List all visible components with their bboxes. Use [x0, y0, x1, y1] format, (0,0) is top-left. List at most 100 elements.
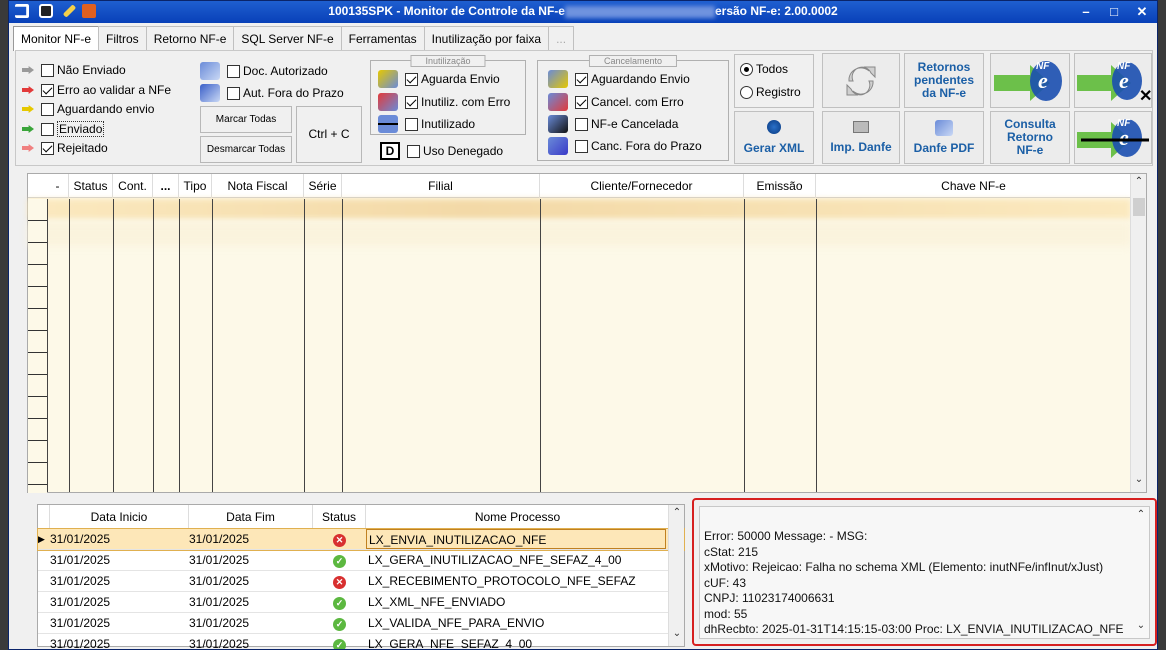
grid-row-blurred[interactable] — [28, 222, 1131, 246]
checkbox[interactable] — [575, 72, 588, 86]
minimize-button[interactable]: – — [1075, 3, 1097, 20]
consulta-retorno-button[interactable]: Consulta Retorno NF-e — [990, 111, 1070, 164]
tab-monitor-nfe[interactable]: Monitor NF-e — [13, 26, 100, 51]
proc-col-nome-processo[interactable]: Nome Processo — [366, 505, 670, 528]
process-row[interactable]: 31/01/2025 31/01/2025 ✓ LX_XML_NFE_ENVIADO — [38, 592, 684, 613]
grid-col-tipo[interactable]: Tipo — [179, 174, 212, 198]
success-status-icon: ✓ — [333, 639, 346, 649]
filter-inut-aguarda-envio[interactable]: Aguarda Envio — [378, 70, 500, 88]
process-row[interactable]: 31/01/2025 31/01/2025 ✕ LX_RECEBIMENTO_PROT… — [38, 571, 684, 592]
proc-col-data-inicio[interactable]: Data Inicio — [50, 505, 189, 528]
refresh-button[interactable] — [822, 53, 900, 108]
grid-row-blurred[interactable] — [28, 199, 1131, 219]
grid-col-filial[interactable]: Filial — [342, 174, 540, 198]
danfe-pdf-button[interactable]: Danfe PDF — [904, 111, 984, 164]
filter-inut-com-erro[interactable]: Inutiliz. com Erro — [378, 93, 510, 111]
grid-col-more[interactable]: ... — [153, 174, 179, 198]
tab-inutilizacao-faixa[interactable]: Inutilização por faixa — [423, 26, 550, 50]
filter-cancel-com-erro[interactable]: Cancel. com Erro — [548, 93, 684, 111]
filter-uso-denegado[interactable]: D Uso Denegado — [380, 142, 503, 160]
checkbox[interactable] — [575, 117, 588, 131]
process-scrollbar[interactable]: ⌃ ⌄ — [668, 505, 684, 646]
nfe-send-icon: e NF — [994, 60, 1062, 101]
maximize-button[interactable]: □ — [1103, 3, 1125, 20]
error-log-text: Error: 50000 Message: - MSG: cStat: 215 xM… — [704, 529, 1124, 638]
retornos-pendentes-button[interactable]: Retornos pendentes da NF-e — [904, 53, 984, 108]
grid-scrollbar[interactable]: ⌃ ⌄ — [1130, 174, 1146, 492]
error-log-panel: Error: 50000 Message: - MSG: cStat: 215 xM… — [692, 498, 1157, 646]
send-nfe-button[interactable]: e NF — [990, 53, 1070, 108]
log-scrollbar[interactable]: ⌃ ⌄ — [1133, 507, 1149, 638]
radio-todos[interactable]: Todos — [740, 62, 788, 76]
filter-nao-enviado[interactable]: Não Enviado — [22, 63, 126, 77]
imp-danfe-button[interactable]: Imp. Danfe — [822, 111, 900, 164]
tab-more[interactable]: ... — [548, 26, 575, 50]
scroll-down-icon[interactable]: ⌄ — [1131, 474, 1147, 490]
filter-aguardando-envio[interactable]: Aguardando envio — [22, 102, 154, 116]
filter-inutilizado[interactable]: Inutilizado — [378, 115, 475, 133]
row-indicator — [38, 613, 50, 633]
checkbox[interactable] — [41, 83, 54, 97]
checkbox[interactable] — [405, 72, 418, 86]
scroll-down-icon[interactable]: ⌄ — [1133, 620, 1149, 636]
nfe-grid[interactable]: - Status Cont. ... Tipo Nota Fiscal Séri… — [27, 173, 1147, 493]
checkbox[interactable] — [575, 139, 588, 153]
proc-col-status[interactable]: Status — [313, 505, 366, 528]
filter-doc-autorizado[interactable]: Doc. Autorizado — [200, 62, 328, 80]
checkbox[interactable] — [41, 122, 54, 136]
filter-nfe-cancelada[interactable]: NF-e Cancelada — [548, 115, 678, 133]
checkbox[interactable] — [227, 64, 240, 78]
close-button[interactable]: ✕ — [1131, 3, 1153, 20]
grid-col-nota-fiscal[interactable]: Nota Fiscal — [212, 174, 304, 198]
radio-button[interactable] — [740, 62, 753, 76]
checkbox[interactable] — [407, 144, 420, 158]
radio-button[interactable] — [740, 85, 753, 99]
checkbox[interactable] — [575, 95, 588, 109]
scroll-up-icon[interactable]: ⌃ — [1131, 176, 1147, 192]
desmarcar-todas-button[interactable]: Desmarcar Todas — [200, 136, 292, 163]
checkbox[interactable] — [405, 95, 418, 109]
error-log-textbox[interactable]: Error: 50000 Message: - MSG: cStat: 215 xM… — [699, 506, 1150, 639]
grid-col-emissao[interactable]: Emissão — [744, 174, 816, 198]
success-status-icon: ✓ — [333, 618, 346, 631]
scroll-up-icon[interactable]: ⌃ — [669, 507, 685, 523]
checkbox[interactable] — [227, 86, 240, 100]
cancel-nfe-button[interactable]: e NF ✕ — [1074, 53, 1152, 108]
filter-erro-validar[interactable]: Erro ao validar a NFe — [22, 83, 171, 97]
process-row[interactable]: 31/01/2025 31/01/2025 ✓ LX_VALIDA_NFE_PARA_… — [38, 613, 684, 634]
process-table[interactable]: Data Inicio Data Fim Status Nome Process… — [37, 504, 685, 649]
checkbox-label: Cancel. com Erro — [591, 95, 684, 109]
grid-col-chave-nfe[interactable]: Chave NF-e — [816, 174, 1131, 198]
checkbox[interactable] — [41, 141, 54, 155]
grid-col-cont[interactable]: Cont. — [113, 174, 153, 198]
checkbox[interactable] — [405, 117, 418, 131]
gerar-xml-button[interactable]: Gerar XML — [734, 111, 814, 164]
filter-aut-fora-prazo[interactable]: Aut. Fora do Prazo — [200, 84, 344, 102]
radio-registro[interactable]: Registro — [740, 85, 801, 99]
process-row[interactable]: ▶ 31/01/2025 31/01/2025 ✕ LX_ENVIA_INUTILIZA… — [37, 528, 685, 551]
scroll-thumb[interactable] — [1133, 198, 1145, 216]
ctrl-c-button[interactable]: Ctrl + C — [296, 106, 362, 163]
scroll-down-icon[interactable]: ⌄ — [669, 628, 685, 644]
checkbox[interactable] — [41, 102, 54, 116]
grid-col-serie[interactable]: Série — [304, 174, 342, 198]
proc-col-data-fim[interactable]: Data Fim — [189, 505, 313, 528]
tab-ferramentas[interactable]: Ferramentas — [340, 26, 425, 50]
process-row[interactable]: 31/01/2025 31/01/2025 ✓ LX_GERA_NFE_SEFAZ_4… — [38, 634, 684, 649]
filter-rejeitado[interactable]: Rejeitado — [22, 141, 108, 155]
grid-col-status[interactable]: Status — [69, 174, 113, 198]
filter-canc-fora-prazo[interactable]: Canc. Fora do Prazo — [548, 137, 702, 155]
tab-retorno-nfe[interactable]: Retorno NF-e — [145, 26, 235, 50]
button-label: da NF-e — [921, 86, 966, 100]
tab-sql-server-nfe[interactable]: SQL Server NF-e — [233, 26, 342, 50]
inutilizar-nfe-button[interactable]: e NF — [1074, 111, 1152, 164]
marcar-todas-button[interactable]: Marcar Todas — [200, 106, 292, 133]
filter-cancel-aguardando[interactable]: Aguardando Envio — [548, 70, 690, 88]
scroll-up-icon[interactable]: ⌃ — [1133, 509, 1149, 525]
checkbox[interactable] — [41, 63, 54, 77]
tab-filtros[interactable]: Filtros — [98, 26, 147, 50]
filter-enviado[interactable]: Enviado — [22, 121, 105, 137]
grid-col-cliente-fornecedor[interactable]: Cliente/Fornecedor — [540, 174, 744, 198]
process-row[interactable]: 31/01/2025 31/01/2025 ✓ LX_GERA_INUTILIZACA… — [38, 550, 684, 571]
grid-col-dash[interactable]: - — [47, 174, 69, 198]
